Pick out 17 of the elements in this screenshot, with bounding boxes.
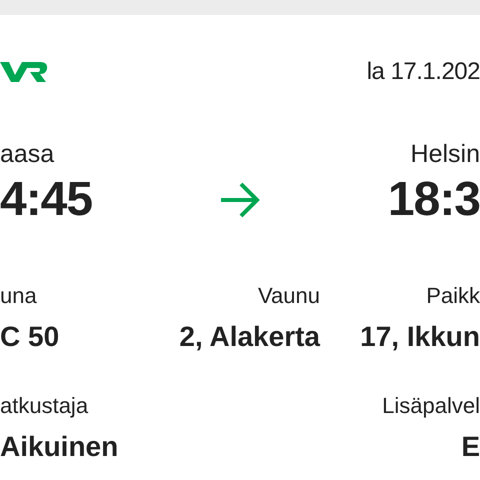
detail-label: una — [0, 283, 37, 309]
detail-label: Lisäpalvel — [382, 393, 480, 419]
logo — [0, 59, 48, 85]
detail-label: atkustaja — [0, 393, 88, 419]
origin-station: aasa — [0, 139, 54, 169]
detail-value: C 50 — [0, 321, 60, 353]
detail-value: 17, Ikkun — [360, 321, 480, 353]
arrow-right-icon — [219, 181, 261, 219]
destination-station: Helsin — [410, 139, 480, 169]
detail-value: Aikuinen — [0, 431, 118, 463]
detail-label: Vaunu — [258, 283, 320, 309]
arrival-time: 18:3 — [388, 173, 480, 227]
detail-label: Paikk — [426, 283, 480, 309]
detail-value: 2, Alakerta — [179, 321, 320, 353]
detail-value: E — [461, 431, 480, 463]
travel-date: la 17.1.202 — [366, 58, 480, 86]
departure-time: 4:45 — [0, 173, 92, 227]
